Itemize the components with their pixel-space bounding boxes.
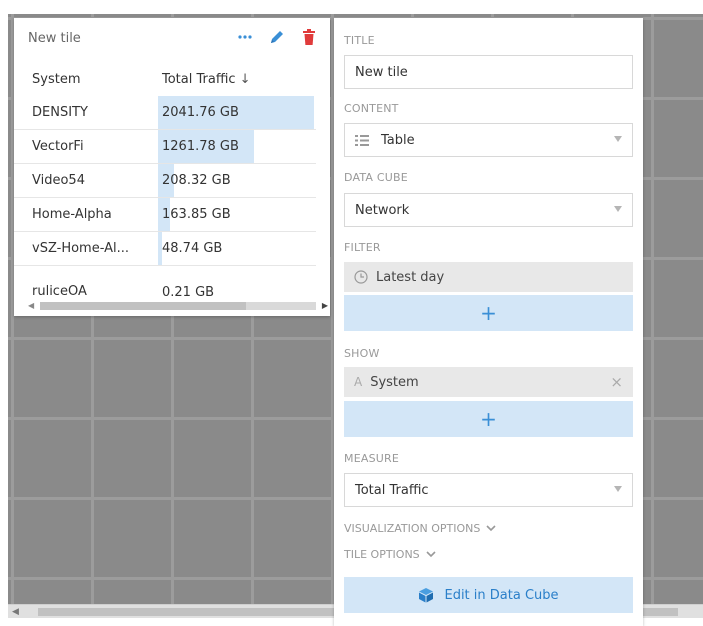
content-select[interactable]: Table bbox=[344, 123, 633, 157]
close-icon[interactable]: × bbox=[610, 373, 623, 391]
plus-icon: + bbox=[480, 407, 497, 431]
visualization-options-toggle[interactable]: VISUALIZATION OPTIONS bbox=[344, 522, 496, 535]
title-label: TITLE bbox=[344, 34, 375, 47]
cube-icon bbox=[418, 587, 434, 603]
datacube-label: DATA CUBE bbox=[344, 171, 408, 184]
filter-pill[interactable]: Latest day bbox=[344, 262, 633, 292]
show-pill[interactable]: A System × bbox=[344, 367, 633, 397]
tile-settings-panel: TITLE New tile CONTENT Table DATA CUBE N… bbox=[334, 18, 643, 626]
table-cell-value-text: 163.85 GB bbox=[162, 207, 231, 222]
column-header-measure[interactable]: Total Traffic ↓ bbox=[158, 62, 316, 96]
tile-header: New tile bbox=[14, 18, 330, 62]
content-select-value: Table bbox=[381, 132, 415, 148]
table-cell-system: VectorFi bbox=[32, 139, 84, 154]
string-dimension-icon: A bbox=[354, 375, 363, 389]
table-icon bbox=[355, 134, 369, 146]
add-filter-button[interactable]: + bbox=[344, 295, 633, 331]
show-label: SHOW bbox=[344, 347, 380, 360]
trash-icon[interactable] bbox=[300, 28, 318, 46]
top-border bbox=[0, 0, 703, 14]
left-border bbox=[0, 0, 8, 626]
table-cell-value-text: 1261.78 GB bbox=[162, 139, 239, 154]
table-cell-system: vSZ-Home-Al... bbox=[32, 241, 130, 256]
column-header-system[interactable]: System bbox=[14, 72, 158, 87]
table-cell-value-text: 48.74 GB bbox=[162, 241, 223, 256]
edit-in-data-cube-button[interactable]: Edit in Data Cube bbox=[344, 577, 633, 613]
clock-icon bbox=[354, 270, 368, 284]
datacube-select-value: Network bbox=[355, 202, 410, 218]
filter-pill-label: Latest day bbox=[376, 269, 445, 285]
pencil-icon[interactable] bbox=[268, 28, 286, 46]
table-cell-system: ruliceOA bbox=[32, 284, 87, 296]
table-row[interactable]: Home-Alpha 163.85 GB bbox=[14, 198, 316, 232]
visualization-options-label: VISUALIZATION OPTIONS bbox=[344, 522, 481, 535]
dropdown-caret-icon bbox=[614, 486, 622, 492]
table-cell-value: 2041.76 GB bbox=[158, 96, 316, 129]
tile-horizontal-scrollbar[interactable]: ◀ ▶ bbox=[28, 299, 330, 313]
dashboard-tile[interactable]: New tile System Total Traffic ↓ DENSITY 2… bbox=[14, 18, 330, 316]
edit-in-data-cube-label: Edit in Data Cube bbox=[444, 587, 559, 603]
data-table: System Total Traffic ↓ DENSITY 2041.76 GB… bbox=[14, 62, 316, 266]
show-pill-label: System bbox=[370, 374, 419, 390]
filter-label: FILTER bbox=[344, 241, 381, 254]
table-cell-value: 1261.78 GB bbox=[158, 130, 316, 163]
datacube-select[interactable]: Network bbox=[344, 193, 633, 227]
content-label: CONTENT bbox=[344, 102, 399, 115]
measure-label: MEASURE bbox=[344, 452, 399, 465]
chevron-down-icon bbox=[426, 551, 436, 558]
tile-title: New tile bbox=[28, 31, 81, 46]
table-cell-value-text: 2041.76 GB bbox=[162, 105, 239, 120]
table-row[interactable]: Video54 208.32 GB bbox=[14, 164, 316, 198]
table-header-row: System Total Traffic ↓ bbox=[14, 62, 316, 96]
title-input-value: New tile bbox=[355, 64, 408, 80]
table-row-partial: ruliceOA 0.21 GB bbox=[14, 280, 316, 296]
scroll-left-arrow-icon[interactable]: ◀ bbox=[12, 605, 19, 619]
chevron-down-icon bbox=[486, 525, 496, 532]
table-row[interactable]: DENSITY 2041.76 GB bbox=[14, 96, 316, 130]
tile-options-label: TILE OPTIONS bbox=[344, 548, 420, 561]
tile-options-toggle[interactable]: TILE OPTIONS bbox=[344, 548, 436, 561]
plus-icon: + bbox=[480, 301, 497, 325]
table-cell-value: 163.85 GB bbox=[158, 198, 316, 231]
table-cell-system: DENSITY bbox=[32, 105, 88, 120]
table-cell-value-text: 208.32 GB bbox=[162, 173, 231, 188]
table-cell-system: Home-Alpha bbox=[32, 207, 112, 222]
table-row[interactable]: vSZ-Home-Al... 48.74 GB bbox=[14, 232, 316, 266]
add-dimension-button[interactable]: + bbox=[344, 401, 633, 437]
dropdown-caret-icon bbox=[614, 136, 622, 142]
table-cell-value: 208.32 GB bbox=[158, 164, 316, 197]
scroll-left-arrow-icon[interactable]: ◀ bbox=[28, 299, 34, 313]
table-row[interactable]: VectorFi 1261.78 GB bbox=[14, 130, 316, 164]
scroll-right-arrow-icon[interactable]: ▶ bbox=[322, 299, 328, 313]
more-dots-icon[interactable] bbox=[236, 28, 254, 46]
measure-select[interactable]: Total Traffic bbox=[344, 473, 633, 507]
tile-actions bbox=[236, 28, 318, 46]
table-cell-system: Video54 bbox=[32, 173, 85, 188]
dropdown-caret-icon bbox=[614, 206, 622, 212]
table-cell-value-text: 0.21 GB bbox=[162, 284, 215, 297]
table-cell-value: 48.74 GB bbox=[158, 232, 316, 265]
sort-down-arrow-icon: ↓ bbox=[239, 71, 251, 87]
scrollbar-thumb[interactable] bbox=[40, 302, 246, 310]
title-input[interactable]: New tile bbox=[344, 55, 633, 89]
measure-header-label: Total Traffic bbox=[162, 71, 236, 87]
measure-select-value: Total Traffic bbox=[355, 482, 429, 498]
table-cell-value: 0.21 GB bbox=[158, 284, 316, 297]
